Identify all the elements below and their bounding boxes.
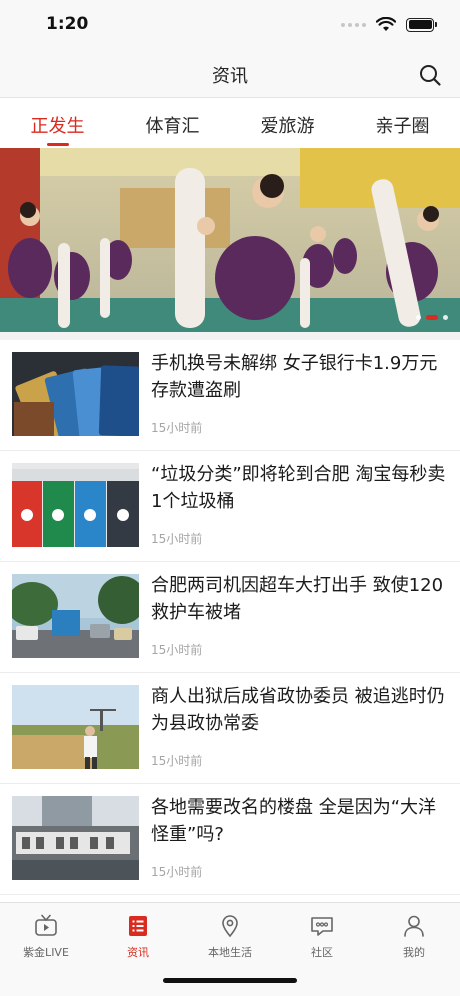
- tabbar-item-profile[interactable]: 我的: [368, 903, 460, 967]
- news-title: 手机换号未解绑 女子银行卡1.9万元存款遭盗刷: [151, 353, 438, 401]
- news-time: 15小时前: [151, 421, 203, 435]
- status-bar: 1:20: [0, 0, 460, 50]
- banner-image: [0, 148, 460, 332]
- search-icon[interactable]: [418, 63, 442, 87]
- tab-tiyuhui[interactable]: 体育汇: [115, 98, 230, 148]
- tabbar-item-news[interactable]: 资讯: [92, 903, 184, 967]
- carousel-dot[interactable]: [416, 315, 421, 320]
- tabbar-label: 我的: [403, 946, 425, 959]
- category-tabs: 正发生 体育汇 爱旅游 亲子圈: [0, 98, 460, 148]
- news-thumbnail: [12, 574, 139, 658]
- banner-carousel[interactable]: [0, 148, 460, 332]
- news-thumbnail: [12, 685, 139, 769]
- section-divider: [0, 332, 460, 340]
- tab-ailvyou[interactable]: 爱旅游: [230, 98, 345, 148]
- carousel-dot-active[interactable]: [426, 315, 438, 320]
- battery-icon: [406, 17, 437, 32]
- tabbar-label: 紫金LIVE: [23, 946, 69, 959]
- wifi-icon: [376, 17, 396, 32]
- news-time: 15小时前: [151, 754, 203, 768]
- tabbar-label: 本地生活: [208, 946, 252, 959]
- tabbar-item-community[interactable]: 社区: [276, 903, 368, 967]
- home-indicator[interactable]: [163, 978, 297, 983]
- news-item[interactable]: 合肥两司机因超车大打出手 致使120救护车被堵 15小时前: [0, 562, 460, 673]
- tab-qinziquan[interactable]: 亲子圈: [345, 98, 460, 148]
- page-title: 资讯: [212, 66, 248, 87]
- news-item[interactable]: 商人出狱后成省政协委员 被追逃时仍为县政协常委 15小时前: [0, 673, 460, 784]
- person-icon: [404, 915, 424, 937]
- cellular-signal-icon: [341, 22, 366, 27]
- news-list-icon: [129, 916, 147, 936]
- news-title: 合肥两司机因超车大打出手 致使120救护车被堵: [151, 575, 444, 623]
- chat-bubble-icon: [311, 917, 333, 936]
- nav-bar: 资讯: [0, 50, 460, 98]
- news-item[interactable]: 各地需要改名的楼盘 全是因为“大洋怪重”吗? 15小时前: [0, 784, 460, 895]
- news-thumbnail: [12, 463, 139, 547]
- news-time: 15小时前: [151, 865, 203, 879]
- tabbar-label: 社区: [311, 946, 333, 959]
- news-thumbnail: [12, 796, 139, 880]
- tab-zhengfasheng[interactable]: 正发生: [0, 98, 115, 148]
- tv-icon: [35, 914, 57, 936]
- status-time: 1:20: [46, 14, 89, 34]
- carousel-dot[interactable]: [443, 315, 448, 320]
- news-item[interactable]: 手机换号未解绑 女子银行卡1.9万元存款遭盗刷 15小时前: [0, 340, 460, 451]
- status-indicators: [341, 17, 437, 32]
- news-thumbnail: [12, 352, 139, 436]
- carousel-indicator: [416, 315, 448, 320]
- news-item[interactable]: “垃圾分类”即将轮到合肥 淘宝每秒卖1个垃圾桶 15小时前: [0, 451, 460, 562]
- tabbar-label: 资讯: [127, 946, 149, 959]
- news-list: 手机换号未解绑 女子银行卡1.9万元存款遭盗刷 15小时前 “垃圾分类”即将轮到…: [0, 340, 460, 895]
- news-time: 15小时前: [151, 532, 203, 546]
- news-title: “垃圾分类”即将轮到合肥 淘宝每秒卖1个垃圾桶: [151, 464, 446, 512]
- news-time: 15小时前: [151, 643, 203, 657]
- location-pin-icon: [222, 915, 238, 938]
- tabbar-item-local-life[interactable]: 本地生活: [184, 903, 276, 967]
- news-title: 各地需要改名的楼盘 全是因为“大洋怪重”吗?: [151, 797, 437, 845]
- news-title: 商人出狱后成省政协委员 被追逃时仍为县政协常委: [151, 686, 445, 734]
- tabbar-item-live[interactable]: 紫金LIVE: [0, 903, 92, 967]
